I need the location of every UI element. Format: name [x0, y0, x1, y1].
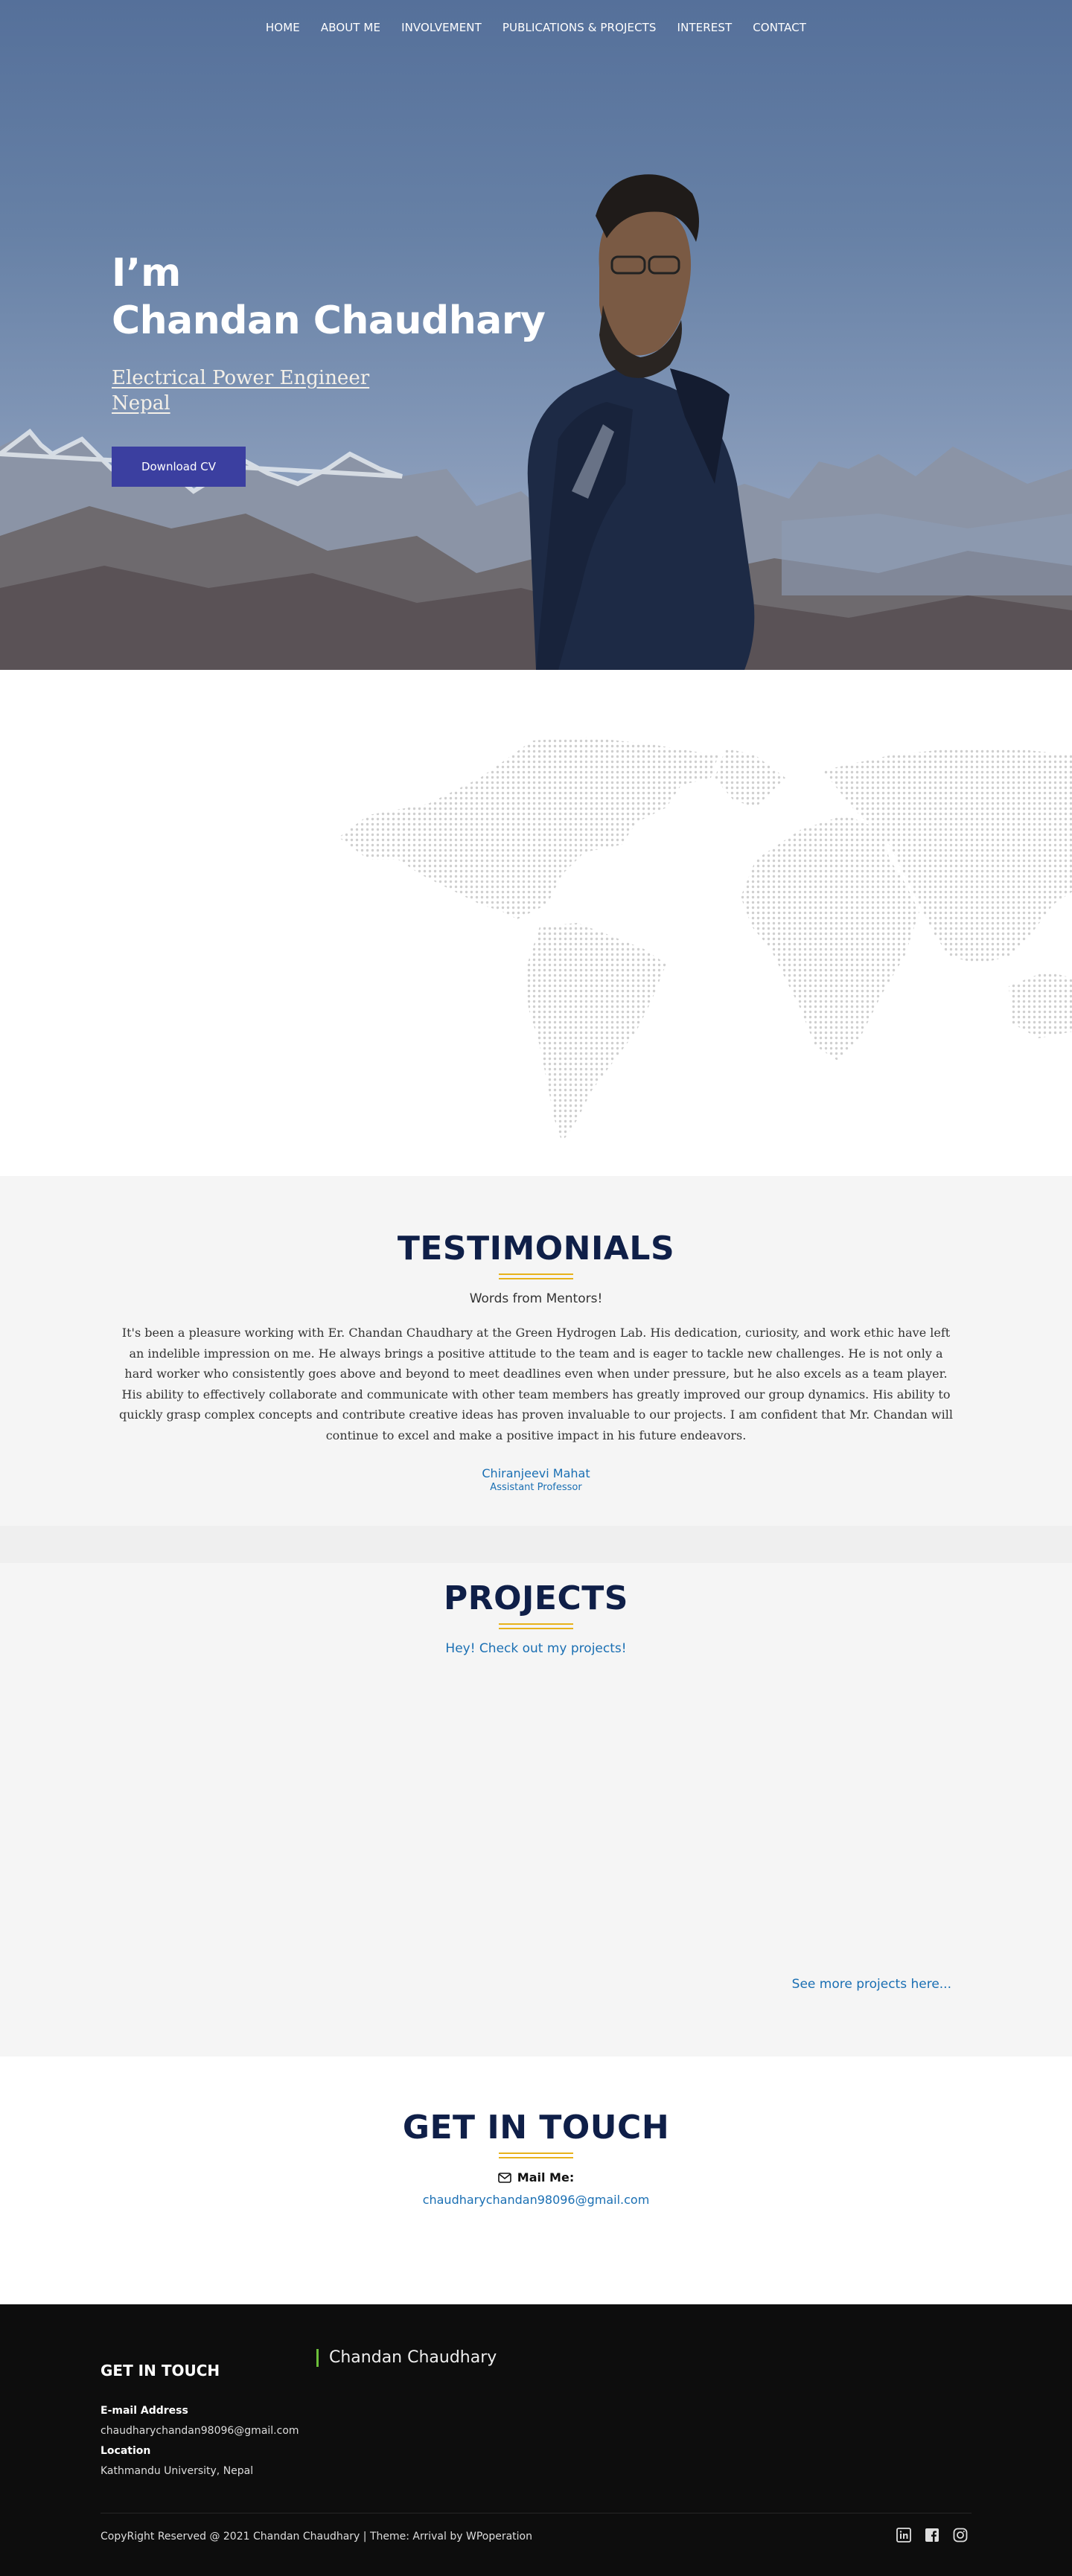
- footer-location: Kathmandu University, Nepal: [100, 2465, 254, 2477]
- mentor-name: Chiranjeevi Mahat: [482, 1466, 590, 1480]
- instagram-icon[interactable]: [953, 2528, 968, 2543]
- hero-section: HOME ABOUT ME INVOLVEMENT PUBLICATIONS &…: [0, 0, 1072, 670]
- nav-publications-projects[interactable]: PUBLICATIONS & PROJECTS: [492, 21, 667, 34]
- contact-section: GET IN TOUCH Mail Me: chaudharychandan98…: [0, 2056, 1072, 2304]
- testimonials-section: TESTIMONIALS Words from Mentors! It's be…: [0, 1176, 1072, 1526]
- hero-role-title: Electrical Power Engineer: [112, 367, 370, 389]
- hero-name: Chandan Chaudhary: [112, 298, 546, 343]
- hero-text: I’m Chandan Chaudhary Electrical Power E…: [112, 249, 546, 416]
- see-more-projects-link[interactable]: See more projects here...: [792, 1977, 951, 1992]
- hero-role-country: Nepal: [112, 392, 170, 415]
- footer-title: GET IN TOUCH: [100, 2362, 220, 2380]
- facebook-icon[interactable]: [925, 2528, 939, 2543]
- title-underline: [499, 1623, 573, 1629]
- nav-about-me[interactable]: ABOUT ME: [310, 21, 391, 34]
- projects-section: PROJECTS Hey! Check out my projects! See…: [0, 1563, 1072, 2056]
- footer-email-label: E-mail Address: [100, 2405, 188, 2417]
- contact-email-link[interactable]: chaudharychandan98096@gmail.com: [0, 2193, 1072, 2207]
- main-nav: HOME ABOUT ME INVOLVEMENT PUBLICATIONS &…: [0, 21, 1072, 34]
- projects-subtitle: Hey! Check out my projects!: [445, 1641, 627, 1656]
- footer-name: Chandan Chaudhary: [316, 2349, 497, 2367]
- mail-label: Mail Me:: [497, 2170, 575, 2185]
- linkedin-icon[interactable]: [896, 2528, 911, 2543]
- footer: GET IN TOUCH Chandan Chaudhary E-mail Ad…: [0, 2304, 1072, 2576]
- hero-greeting: I’m: [112, 251, 182, 295]
- profile-photo: [527, 174, 755, 670]
- nav-contact[interactable]: CONTACT: [742, 21, 817, 34]
- section-divider-band: [0, 1526, 1072, 1563]
- world-map-graphic: [339, 737, 1072, 1142]
- hero-role: Electrical Power Engineer Nepal: [112, 365, 545, 416]
- footer-email-link[interactable]: chaudharychandan98096@gmail.com: [100, 2425, 299, 2437]
- social-links: [896, 2528, 968, 2543]
- world-map-section: [0, 670, 1072, 1176]
- mentor-role: Assistant Professor: [490, 1482, 582, 1493]
- testimonials-subtitle: Words from Mentors!: [469, 1291, 603, 1306]
- download-cv-button[interactable]: Download CV: [112, 447, 246, 487]
- nav-involvement[interactable]: INVOLVEMENT: [391, 21, 492, 34]
- footer-location-label: Location: [100, 2445, 151, 2457]
- projects-title: PROJECTS: [444, 1579, 628, 1617]
- envelope-icon: [497, 2172, 511, 2183]
- title-underline: [499, 1273, 573, 1279]
- title-underline: [499, 2152, 573, 2158]
- contact-title: GET IN TOUCH: [402, 2109, 670, 2147]
- nav-home[interactable]: HOME: [255, 21, 310, 34]
- footer-copyright: CopyRight Reserved @ 2021 Chandan Chaudh…: [100, 2531, 532, 2543]
- testimonials-title: TESTIMONIALS: [397, 1230, 675, 1268]
- testimonial-quote: It's been a pleasure working with Er. Ch…: [119, 1326, 953, 1442]
- mail-label-text: Mail Me:: [517, 2170, 575, 2185]
- nav-interest[interactable]: INTEREST: [667, 21, 743, 34]
